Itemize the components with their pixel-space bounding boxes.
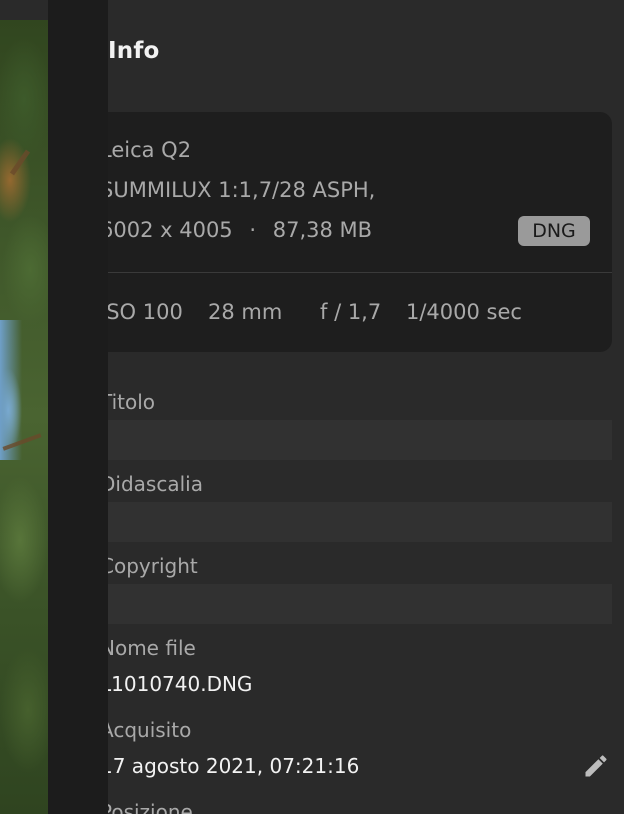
aperture-value: f / 1,7: [320, 300, 382, 324]
info-panel: Info Leica Q2 SUMMILUX 1:1,7/28 ASPH, 60…: [108, 0, 624, 814]
photo-sky-area: [0, 320, 22, 460]
title-label: Titolo: [108, 390, 156, 414]
captured-date-label: Acquisito: [108, 718, 192, 742]
photo-preview[interactable]: [0, 20, 48, 814]
copyright-input[interactable]: [108, 584, 612, 624]
captured-date-value: 17 agosto 2021, 07:21:16: [108, 754, 360, 778]
image-dimensions-size: 6002 x 4005 · 87,38 MB: [108, 218, 372, 242]
file-size: 87,38 MB: [272, 218, 373, 242]
pencil-icon-graphic: [585, 755, 607, 777]
photo-branch: [9, 149, 31, 176]
filename-value: L1010740.DNG: [108, 672, 253, 696]
card-divider: [108, 272, 612, 273]
camera-info-card: Leica Q2 SUMMILUX 1:1,7/28 ASPH, 6002 x …: [108, 112, 612, 352]
shutter-speed-value: 1/4000 sec: [406, 300, 522, 324]
caption-input[interactable]: [108, 502, 612, 542]
caption-label: Didascalia: [108, 472, 203, 496]
panel-gutter: [48, 0, 108, 814]
image-dimensions: 6002 x 4005: [108, 218, 233, 242]
lens-model: SUMMILUX 1:1,7/28 ASPH,: [108, 178, 376, 202]
iso-value: ISO 100: [108, 300, 183, 324]
panel-title: Info: [108, 38, 160, 64]
separator-dot: ·: [249, 218, 257, 242]
app-window: Info Leica Q2 SUMMILUX 1:1,7/28 ASPH, 60…: [0, 0, 624, 814]
title-input[interactable]: [108, 420, 612, 460]
focal-length-value: 28 mm: [208, 300, 283, 324]
copyright-label: Copyright: [108, 554, 198, 578]
format-badge: DNG: [518, 216, 590, 246]
camera-model: Leica Q2: [108, 138, 192, 162]
pencil-icon[interactable]: [582, 752, 610, 780]
location-label: Posizione: [108, 800, 193, 814]
filename-label: Nome file: [108, 636, 196, 660]
